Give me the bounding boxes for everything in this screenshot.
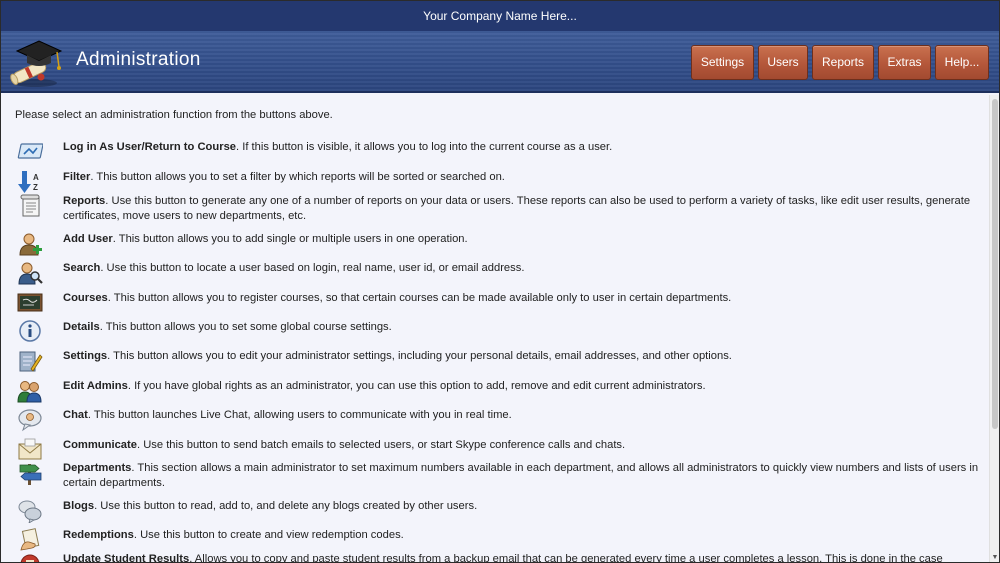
intro-text: Please select an administration function… [15, 109, 333, 121]
item-desc: . This section allows a main administrat… [63, 462, 979, 489]
envelope-icon [18, 438, 42, 460]
item-desc: . Use this button to locate a user based… [100, 262, 525, 274]
blackboard-icon [17, 293, 43, 312]
graduation-logo-icon [10, 40, 63, 87]
company-name: Your Company Name Here... [423, 9, 577, 23]
item-title: Communicate [63, 439, 137, 451]
scrollbar-thumb[interactable] [992, 99, 998, 429]
reports-button[interactable]: Reports [812, 45, 874, 80]
app-window: Your Company Name Here... Administration… [0, 0, 1000, 563]
item-desc: . If this button is visible, it allows y… [236, 141, 613, 153]
header: Administration Settings Users Reports Ex… [1, 31, 999, 93]
users-button[interactable]: Users [758, 45, 808, 80]
content-panel: Please select an administration function… [1, 95, 989, 563]
item-title: Filter [63, 171, 91, 183]
sort-az-icon: A Z [18, 171, 39, 193]
item-title: Update Student Results [63, 553, 190, 563]
item-title: Blogs [63, 500, 95, 512]
item-desc: . Use this button to generate any one of… [63, 195, 971, 222]
update-results-icon [20, 554, 40, 562]
info-icon [19, 320, 41, 342]
help-button[interactable]: Help... [935, 45, 989, 80]
scroll-icon [20, 194, 40, 217]
login-icon [17, 143, 43, 159]
item-title: Search [63, 262, 101, 274]
item-title: Add User [63, 233, 113, 245]
main-nav: Settings Users Reports Extras Help... [691, 45, 989, 80]
item-desc: . This button allows you to register cou… [107, 292, 732, 304]
scroll-down-arrow-icon[interactable]: ▼ [991, 554, 999, 562]
item-desc: . Use this button to send batch emails t… [136, 439, 626, 451]
item-title: Redemptions [63, 529, 134, 541]
item-title: Log in As User/Return to Course [63, 141, 237, 153]
item-title: Settings [63, 350, 108, 362]
vertical-scrollbar[interactable]: ▼ [989, 95, 999, 562]
item-desc: . This button launches Live Chat, allowi… [87, 409, 512, 421]
redemption-icon [20, 528, 40, 551]
item-desc: . Use this button to create and view red… [133, 529, 404, 541]
admins-icon [17, 381, 42, 403]
item-title: Edit Admins [63, 380, 128, 392]
company-bar: Your Company Name Here... [1, 1, 999, 31]
item-title: Courses [63, 292, 108, 304]
item-title: Details [63, 321, 100, 333]
settings-pencil-icon [19, 351, 43, 372]
chat-icon [18, 409, 42, 432]
item-desc: . Allows you to copy and paste student r… [189, 553, 943, 563]
item-title: Chat [63, 409, 88, 421]
item-desc: . Use this button to read, add to, and d… [94, 500, 478, 512]
user-search-icon [18, 262, 43, 285]
item-desc: . This button allows you to set a filter… [90, 171, 505, 183]
blogs-icon [18, 500, 42, 523]
item-desc: . If you have global rights as an admini… [127, 380, 706, 392]
item-desc: . This button allows you to edit your ad… [107, 350, 732, 362]
signpost-icon [19, 464, 42, 485]
item-title: Departments [63, 462, 132, 474]
item-desc: . This button allows you to add single o… [112, 233, 468, 245]
item-desc: . This button allows you to set some glo… [99, 321, 392, 333]
svg-text:A: A [33, 173, 39, 182]
item-title: Reports [63, 195, 106, 207]
page-title: Administration [76, 49, 201, 70]
add-user-icon [19, 233, 42, 256]
extras-button[interactable]: Extras [878, 45, 931, 80]
settings-button[interactable]: Settings [691, 45, 754, 80]
svg-text:Z: Z [33, 183, 38, 192]
